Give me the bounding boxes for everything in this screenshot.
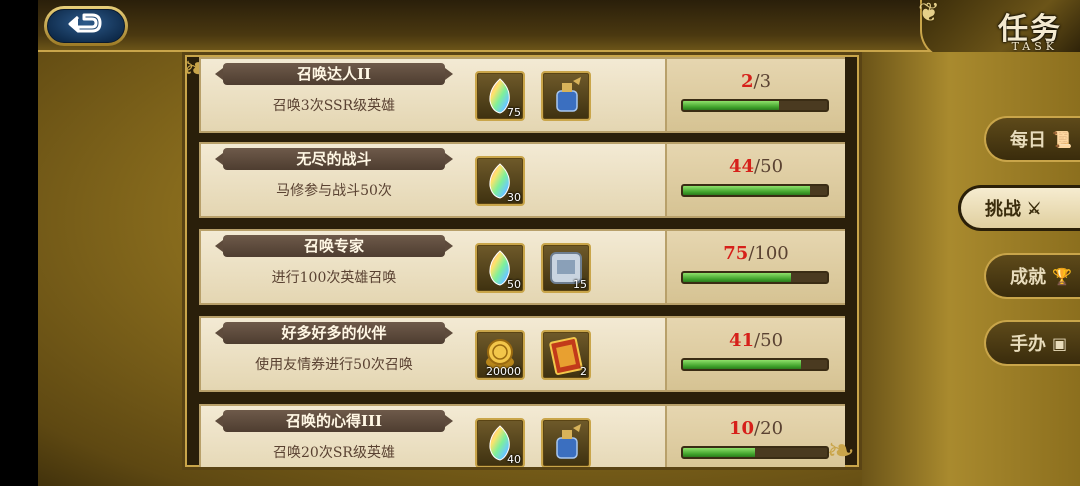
progress-current: 75 — [723, 243, 749, 264]
task-list-panel[interactable]: ❧ 召唤达人II 召唤3次SSR级英雄 75 2/3 无尽的战斗 马修参与战斗5… — [182, 52, 862, 470]
reward-count: 15 — [573, 278, 587, 291]
progress-bar-fill — [683, 273, 791, 282]
reward-count: 75 — [507, 106, 521, 119]
progress-total: /3 — [753, 71, 772, 92]
task-row[interactable]: 无尽的战斗 马修参与战斗50次 30 44/50 — [199, 142, 845, 218]
task-description: 马修参与战斗50次 — [276, 183, 392, 199]
progress-bar — [681, 446, 829, 459]
progress-current: 41 — [728, 330, 755, 351]
tab-label: 成就 — [1010, 267, 1046, 288]
task-description: 召唤20次SR级英雄 — [273, 445, 395, 461]
progress-total: /20 — [754, 418, 784, 439]
tab-challenge[interactable]: 挑战 ⚔ — [958, 185, 1080, 231]
corner-ornament-icon: ❧ — [826, 431, 856, 470]
back-button[interactable] — [44, 6, 128, 46]
task-name: 好多好多的伙伴 — [215, 322, 453, 344]
progress-bar-fill — [683, 101, 780, 110]
figure-box-icon: ▣ — [1052, 333, 1068, 353]
task-screen: ❦ 任务 TASK ❧ 召唤达人II 召唤3次SSR级英雄 75 2/3 无尽的… — [0, 0, 1080, 486]
scroll-ornament-icon: ❦ — [918, 0, 940, 28]
reward-count: 40 — [507, 453, 521, 466]
task-description: 召唤3次SSR级英雄 — [272, 98, 396, 114]
tab-label: 手办 — [1010, 334, 1046, 355]
left-edge-strip — [0, 0, 38, 486]
blue-potion-icon — [556, 424, 581, 459]
reward-slot[interactable]: 50 — [475, 243, 525, 293]
progress-area: 10/20 — [665, 406, 845, 467]
task-name: 召唤的心得III — [215, 410, 453, 432]
progress-current: 44 — [728, 156, 755, 177]
reward-slot[interactable]: 20000 — [475, 330, 525, 380]
progress-area: 2/3 — [665, 59, 845, 131]
tab-label: 挑战 — [985, 199, 1021, 220]
progress-bar-fill — [683, 448, 755, 457]
tab-daily[interactable]: 每日 📜 — [984, 116, 1080, 162]
progress-text: 41/50 — [667, 330, 845, 351]
progress-area: 41/50 — [665, 318, 845, 390]
task-description: 进行100次英雄召唤 — [271, 270, 397, 286]
progress-text: 2/3 — [667, 71, 845, 92]
progress-area: 75/100 — [665, 231, 845, 303]
crossed-swords-icon: ⚔ — [1027, 198, 1042, 218]
reward-slot[interactable]: 15 — [541, 243, 591, 293]
reward-count: 30 — [507, 191, 521, 204]
progress-bar — [681, 184, 829, 197]
reward-count: 50 — [507, 278, 521, 291]
progress-current: 10 — [728, 418, 755, 439]
progress-current: 2 — [740, 71, 754, 92]
progress-total: /50 — [754, 156, 784, 177]
reward-slot[interactable]: 2 — [541, 330, 591, 380]
title-box: ❦ 任务 TASK — [918, 0, 1080, 60]
progress-total: /100 — [748, 243, 789, 264]
reward-slot[interactable]: 30 — [475, 156, 525, 206]
progress-bar-fill — [683, 186, 810, 195]
progress-text: 10/20 — [667, 418, 845, 439]
reward-slot[interactable] — [541, 71, 591, 121]
trophy-icon: 🏆 — [1052, 266, 1072, 286]
task-name: 无尽的战斗 — [215, 148, 453, 170]
task-row[interactable]: 召唤专家 进行100次英雄召唤 50 15 75/100 — [199, 229, 845, 305]
tab-label: 每日 — [1010, 130, 1046, 151]
reward-slot[interactable]: 75 — [475, 71, 525, 121]
progress-bar-fill — [683, 360, 802, 369]
task-description: 使用友情券进行50次召唤 — [255, 357, 413, 373]
progress-bar — [681, 99, 829, 112]
task-name: 召唤专家 — [215, 235, 453, 257]
task-row[interactable]: 召唤达人II 召唤3次SSR级英雄 75 2/3 — [199, 57, 845, 133]
tab-figures[interactable]: 手办 ▣ — [984, 320, 1080, 366]
progress-total: /50 — [754, 330, 784, 351]
reward-count: 20000 — [486, 365, 521, 378]
progress-text: 44/50 — [667, 156, 845, 177]
return-arrow-icon — [68, 13, 102, 33]
blue-potion-icon — [556, 77, 581, 112]
task-row[interactable]: 好多好多的伙伴 使用友情券进行50次召唤 20000 2 41/50 — [199, 316, 845, 392]
progress-bar — [681, 358, 829, 371]
tab-achievement[interactable]: 成就 🏆 — [984, 253, 1080, 299]
scroll-icon: 📜 — [1052, 129, 1072, 149]
reward-slot[interactable] — [541, 418, 591, 467]
progress-text: 75/100 — [667, 243, 845, 264]
task-row[interactable]: 召唤的心得III 召唤20次SR级英雄 40 10/20 — [199, 404, 845, 467]
task-name: 召唤达人II — [215, 63, 453, 85]
progress-area: 44/50 — [665, 144, 845, 216]
reward-slot[interactable]: 40 — [475, 418, 525, 467]
reward-count: 2 — [580, 365, 587, 378]
progress-bar — [681, 271, 829, 284]
